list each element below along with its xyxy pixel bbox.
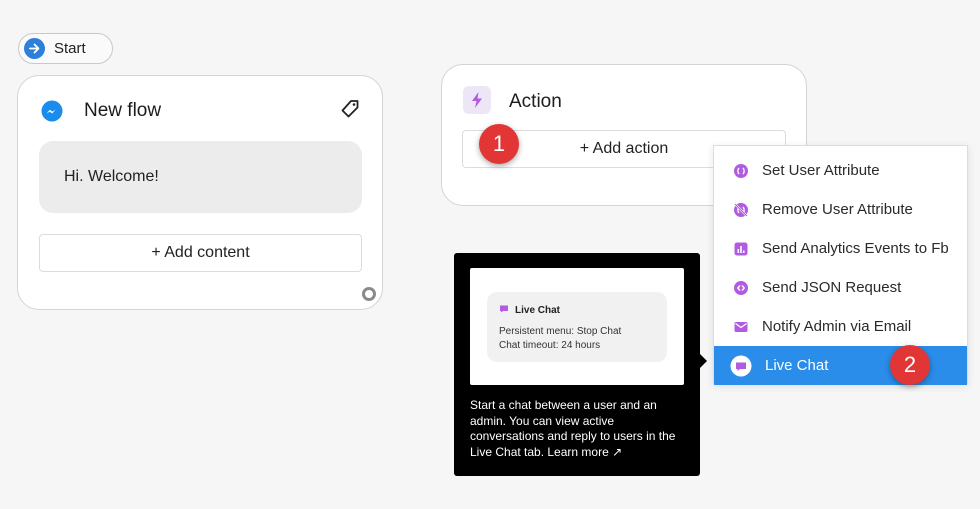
connector-handle[interactable]: [362, 287, 376, 301]
set-attribute-icon: [733, 163, 749, 179]
menu-item-remove-user-attribute[interactable]: Remove User Attribute: [714, 190, 967, 229]
tooltip-preview: Live Chat Persistent menu: Stop Chat Cha…: [470, 268, 684, 385]
menu-item-send-analytics[interactable]: Send Analytics Events to Fb: [714, 229, 967, 268]
add-content-button[interactable]: + Add content: [39, 234, 362, 272]
preview-line-2: Chat timeout: 24 hours: [499, 340, 601, 351]
menu-item-notify-admin-email[interactable]: Notify Admin via Email: [714, 307, 967, 346]
message-bubble[interactable]: Hi. Welcome!: [39, 141, 362, 213]
chat-bubble-icon: [499, 304, 509, 317]
json-request-icon: [733, 280, 749, 296]
menu-item-label: Set User Attribute: [762, 162, 880, 179]
start-node[interactable]: Start: [18, 33, 113, 64]
menu-item-label: Remove User Attribute: [762, 201, 913, 218]
action-menu: Set User Attribute Remove User Attribute…: [713, 145, 968, 385]
menu-item-label: Notify Admin via Email: [762, 318, 912, 335]
flow-title: New flow: [84, 100, 162, 121]
live-chat-icon: [730, 355, 752, 377]
action-title: Action: [509, 91, 562, 112]
preview-card: Live Chat Persistent menu: Stop Chat Cha…: [487, 292, 667, 362]
menu-item-send-json-request[interactable]: Send JSON Request: [714, 268, 967, 307]
remove-attribute-icon: [733, 202, 749, 218]
live-chat-tooltip: Live Chat Persistent menu: Stop Chat Cha…: [454, 253, 700, 476]
step-badge-1: 1: [479, 124, 519, 164]
lightning-icon: [463, 86, 491, 114]
menu-item-label: Send JSON Request: [762, 279, 902, 296]
flow-card[interactable]: New flow Hi. Welcome! + Add content: [17, 75, 383, 310]
messenger-icon: [40, 99, 64, 123]
message-text: Hi. Welcome!: [64, 168, 159, 185]
preview-line-1: Persistent menu: Stop Chat: [499, 326, 622, 337]
arrow-right-icon: [24, 38, 45, 59]
start-label: Start: [54, 40, 86, 57]
tag-icon[interactable]: [339, 98, 361, 120]
email-icon: [733, 319, 749, 335]
analytics-icon: [733, 241, 749, 257]
menu-item-label: Live Chat: [765, 357, 829, 374]
menu-item-set-user-attribute[interactable]: Set User Attribute: [714, 151, 967, 190]
preview-title: Live Chat: [499, 304, 560, 317]
step-badge-2: 2: [890, 345, 930, 385]
tooltip-arrow: [700, 354, 707, 368]
tooltip-description: Start a chat between a user and an admin…: [470, 398, 676, 459]
menu-item-label: Send Analytics Events to Fb: [762, 240, 949, 257]
preview-title-text: Live Chat: [515, 305, 561, 316]
